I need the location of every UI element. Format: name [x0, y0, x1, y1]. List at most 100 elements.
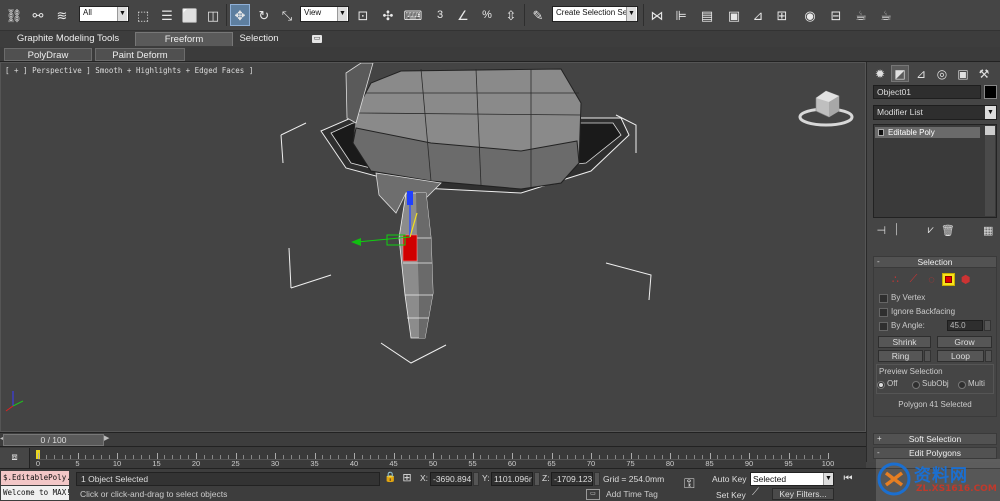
selection-filter-dropdown[interactable]: All ▼ [79, 6, 129, 22]
mirror-icon[interactable]: ⋈ [647, 4, 667, 26]
default-in-out-tangent-icon[interactable]: ⟋ [752, 487, 759, 498]
loop-button[interactable]: Loop [937, 350, 984, 362]
select-scale-icon[interactable]: ⤡ [277, 4, 297, 26]
go-to-start-icon[interactable]: ⏮ [840, 472, 856, 486]
tab-selection[interactable]: Selection [236, 32, 282, 46]
configure-modifier-sets-icon[interactable]: ▦ [983, 224, 993, 237]
stack-item-editable-poly[interactable]: Editable Poly [875, 127, 980, 138]
utilities-panel-icon[interactable]: ⚒ [975, 65, 993, 82]
viewcube[interactable] [798, 90, 854, 127]
loop-spinner[interactable] [985, 350, 992, 362]
key-filters-button[interactable]: Key Filters... [772, 488, 834, 500]
preview-off-radio[interactable]: Off [877, 379, 898, 389]
lock-icon[interactable]: 🔒 [384, 472, 396, 485]
material-editor-icon[interactable]: ◉ [800, 4, 820, 26]
select-rotate-icon[interactable]: ↻ [254, 4, 274, 26]
select-move-icon[interactable]: ✥ [230, 4, 250, 26]
unlink-icon[interactable]: ⚯ [28, 4, 48, 26]
tab-freeform[interactable]: Freeform [135, 32, 233, 46]
show-end-result-icon[interactable]: ⏐ [893, 224, 899, 237]
ring-button[interactable]: Ring [878, 350, 923, 362]
rect-selection-icon[interactable]: ⬜ [180, 4, 200, 26]
y-spinner[interactable] [534, 472, 540, 486]
set-keys-key-icon[interactable]: ⚿ [684, 475, 695, 492]
bind-spacewarp-icon[interactable]: ≋ [52, 4, 72, 26]
paint-deform-panel-tab[interactable]: Paint Deform [95, 48, 185, 61]
shrink-button[interactable]: Shrink [878, 336, 931, 348]
keyboard-shortcut-icon[interactable]: ⌨ [403, 4, 423, 26]
graphite-toggle-icon[interactable]: ▣ [724, 4, 744, 26]
pivot-center-icon[interactable]: ⊡ [353, 4, 373, 26]
lightbulb-icon[interactable] [878, 129, 884, 136]
polygon-subobject-icon[interactable] [942, 273, 955, 286]
schematic-view-icon[interactable]: ⊞ [772, 4, 792, 26]
snaps-toggle-icon[interactable]: 3 [430, 4, 450, 26]
create-panel-icon[interactable]: ✹ [871, 65, 889, 82]
curve-editor-icon[interactable]: ⊿ [748, 4, 768, 26]
angle-snap-icon[interactable]: ∠ [453, 4, 473, 26]
modify-panel-icon[interactable]: ◩ [891, 65, 909, 82]
render-setup-icon[interactable]: ⊟ [826, 4, 846, 26]
edit-named-selection-icon[interactable]: ✎ [528, 4, 548, 26]
ring-spinner[interactable] [924, 350, 931, 362]
render-production-icon[interactable]: ☕ [876, 4, 896, 26]
time-slider-thumb[interactable]: 0 / 100 [3, 434, 104, 446]
percent-snap-icon[interactable]: % [477, 4, 497, 26]
ignore-backfacing-checkbox[interactable]: Ignore Backfacing [879, 307, 955, 317]
listener-output[interactable]: Welcome to MAX! [1, 486, 69, 500]
angle-threshold-input[interactable]: 45.0 [947, 320, 983, 331]
layer-manager-icon[interactable]: ▤ [697, 4, 717, 26]
track-bar[interactable]: ⧈ 0 5 10 15 20 25 30 35 40 45 50 55 60 65 70 75 80 85 90 95… [0, 446, 866, 468]
object-color-swatch[interactable] [984, 85, 997, 99]
z-coordinate-input[interactable]: -1709.123t [551, 472, 593, 486]
soft-selection-rollout-header[interactable]: + Soft Selection [873, 433, 997, 445]
make-unique-icon[interactable]: ⩗ [928, 224, 934, 237]
set-key-button[interactable]: Set Key [716, 490, 746, 500]
y-coordinate-input[interactable]: 1101.096m [491, 472, 533, 486]
by-vertex-checkbox[interactable]: By Vertex [879, 293, 925, 303]
remove-modifier-icon[interactable]: 🗑 [941, 224, 955, 237]
z-spinner[interactable] [594, 472, 600, 486]
time-slider[interactable]: ◀ 0 / 100 ▶ [0, 432, 866, 446]
display-panel-icon[interactable]: ▣ [954, 65, 972, 82]
perspective-viewport[interactable]: [ + ] Perspective ] Smooth + Highlights … [0, 62, 866, 432]
rendered-frame-icon[interactable]: ☕ [851, 4, 871, 26]
align-icon[interactable]: ⊫ [671, 4, 691, 26]
modifier-list-dropdown[interactable]: Modifier List ▼ [873, 105, 997, 120]
edit-polygons-rollout-header[interactable]: - Edit Polygons [873, 447, 997, 459]
chevron-right-icon[interactable]: ▶ [104, 434, 109, 442]
border-subobject-icon[interactable]: ◌ [925, 273, 938, 286]
grow-button[interactable]: Grow [937, 336, 992, 348]
stack-scrollbar[interactable] [985, 126, 995, 216]
motion-panel-icon[interactable]: ◎ [933, 65, 951, 82]
auto-key-button[interactable]: Auto Key [712, 474, 747, 484]
x-coordinate-input[interactable]: -3690.894 [430, 472, 472, 486]
object-name-field[interactable]: Object01 [873, 85, 981, 99]
listener-input[interactable]: $.EditablePoly. [1, 471, 69, 485]
viewport-label[interactable]: [ + ] Perspective ] Smooth + Highlights … [5, 66, 253, 75]
reference-coordinate-dropdown[interactable]: View ▼ [300, 6, 349, 22]
angle-spinner[interactable] [984, 320, 991, 331]
preview-subobj-radio[interactable]: SubObj [912, 379, 949, 389]
maxscript-mini-listener[interactable]: $.EditablePoly. Welcome to MAX! [0, 470, 70, 501]
named-selection-set-dropdown[interactable]: Create Selection Se ▼ [552, 6, 638, 22]
pin-stack-icon[interactable]: ⊣ [877, 224, 887, 237]
select-object-icon[interactable]: ⬚ [133, 4, 153, 26]
polydraw-panel-tab[interactable]: PolyDraw [4, 48, 92, 61]
time-tag-icon[interactable]: ▭ [586, 489, 600, 500]
tab-graphite-modeling-tools[interactable]: Graphite Modeling Tools [8, 32, 128, 46]
link-icon[interactable]: ⛓ [4, 4, 24, 26]
select-manipulate-icon[interactable]: ✣ [378, 4, 398, 26]
add-time-tag[interactable]: Add Time Tag [606, 489, 658, 499]
spinner-snap-icon[interactable]: ⇳ [501, 4, 521, 26]
window-crossing-icon[interactable]: ◫ [203, 4, 223, 26]
hierarchy-panel-icon[interactable]: ⊿ [912, 65, 930, 82]
preview-multi-radio[interactable]: Multi [958, 379, 985, 389]
element-subobject-icon[interactable]: ⬢ [959, 273, 972, 286]
mini-curve-editor-icon[interactable]: ⧈ [0, 448, 30, 468]
chair-model[interactable] [320, 63, 630, 339]
vertex-subobject-icon[interactable]: ∴ [889, 273, 902, 286]
key-set-dropdown[interactable]: Selected ▼ [750, 472, 834, 486]
absolute-mode-icon[interactable]: ⊞ [399, 471, 415, 486]
ribbon-minimize-icon[interactable]: ▭ [312, 35, 322, 43]
